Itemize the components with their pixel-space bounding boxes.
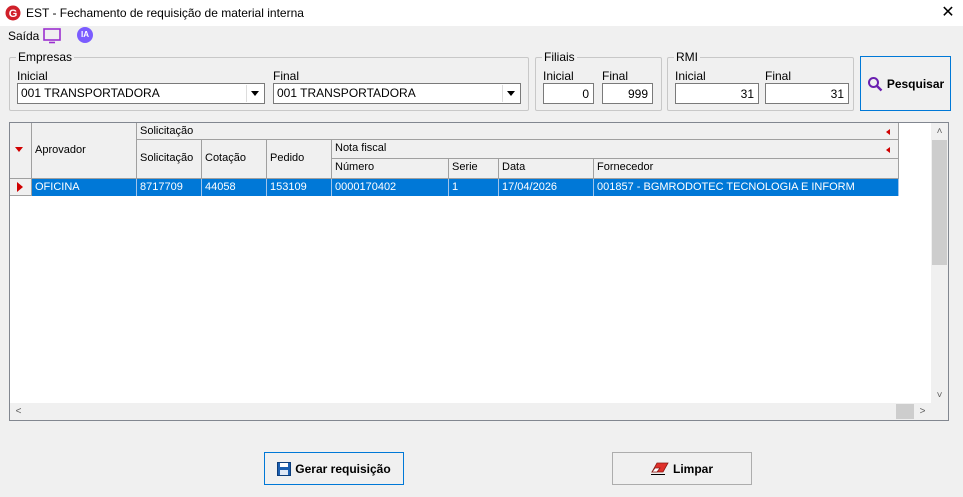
search-icon bbox=[867, 76, 883, 91]
rmi-final-label: Final bbox=[765, 69, 792, 83]
column-header-cotacao[interactable]: Cotação bbox=[202, 140, 267, 179]
sort-indicator-icon[interactable] bbox=[10, 123, 32, 179]
app-logo-icon: G bbox=[5, 5, 21, 21]
cell-aprovador[interactable]: OFICINA bbox=[32, 179, 137, 196]
filiais-final-label: Final bbox=[602, 69, 629, 83]
gerar-requisicao-label: Gerar requisição bbox=[295, 461, 391, 476]
limpar-label: Limpar bbox=[672, 461, 713, 476]
filiais-inicial-label: Inicial bbox=[543, 69, 574, 83]
rmi-legend: RMI bbox=[676, 50, 698, 64]
scrollbar-corner bbox=[931, 403, 948, 420]
monitor-icon[interactable] bbox=[43, 28, 61, 44]
cell-fornecedor[interactable]: 001857 - BGMRODOTEC TECNOLOGIA E INFORM bbox=[594, 179, 899, 196]
close-icon[interactable]: ✕ bbox=[938, 3, 958, 23]
cell-cotacao[interactable]: 44058 bbox=[202, 179, 267, 196]
empresas-inicial-label: Inicial bbox=[17, 69, 48, 83]
column-group-solicitacao[interactable]: Solicitação bbox=[137, 123, 899, 140]
window-title: EST - Fechamento de requisição de materi… bbox=[26, 6, 304, 20]
column-header-data[interactable]: Data bbox=[499, 159, 594, 179]
empresas-legend: Empresas bbox=[18, 50, 73, 64]
column-header-fornecedor[interactable]: Fornecedor bbox=[594, 159, 899, 179]
scroll-down-icon[interactable]: ˅ bbox=[931, 387, 948, 404]
vertical-scrollbar[interactable]: ˄ ˅ bbox=[931, 123, 948, 404]
title-bar: G EST - Fechamento de requisição de mate… bbox=[0, 0, 963, 26]
rmi-inicial-input[interactable]: 31 bbox=[675, 83, 759, 104]
empresas-inicial-value: 001 TRANSPORTADORA bbox=[21, 86, 160, 100]
vertical-scroll-thumb[interactable] bbox=[932, 140, 947, 265]
rmi-final-input[interactable]: 31 bbox=[765, 83, 849, 104]
gerar-requisicao-button[interactable]: Gerar requisição bbox=[264, 452, 404, 485]
cell-solicitacao[interactable]: 8717709 bbox=[137, 179, 202, 196]
cell-pedido[interactable]: 153109 bbox=[267, 179, 332, 196]
column-group-nota-fiscal[interactable]: Nota fiscal bbox=[332, 140, 899, 159]
grid-viewport: Aprovador Solicitação Solicitação Cotaçã… bbox=[10, 123, 931, 404]
horizontal-scroll-thumb[interactable] bbox=[896, 404, 914, 419]
column-header-aprovador[interactable]: Aprovador bbox=[32, 123, 137, 179]
ia-assistant-icon[interactable]: IA bbox=[77, 27, 93, 43]
empresas-final-value: 001 TRANSPORTADORA bbox=[277, 86, 416, 100]
collapse-solicitacao-icon[interactable] bbox=[886, 129, 890, 135]
results-grid[interactable]: Aprovador Solicitação Solicitação Cotaçã… bbox=[9, 122, 949, 421]
rmi-inicial-label: Inicial bbox=[675, 69, 706, 83]
empresas-inicial-select[interactable]: 001 TRANSPORTADORA bbox=[17, 83, 265, 104]
scroll-up-icon[interactable]: ˄ bbox=[931, 123, 948, 140]
column-header-numero[interactable]: Número bbox=[332, 159, 449, 179]
cell-serie[interactable]: 1 bbox=[449, 179, 499, 196]
scroll-left-icon[interactable]: < bbox=[10, 403, 27, 420]
empresas-final-select[interactable]: 001 TRANSPORTADORA bbox=[273, 83, 521, 104]
pesquisar-button[interactable]: Pesquisar bbox=[860, 56, 951, 111]
save-icon bbox=[277, 461, 292, 476]
column-header-solicitacao[interactable]: Solicitação bbox=[137, 140, 202, 179]
limpar-button[interactable]: Limpar bbox=[612, 452, 752, 485]
scroll-right-icon[interactable]: > bbox=[914, 403, 931, 420]
collapse-nota-fiscal-icon[interactable] bbox=[886, 147, 890, 153]
column-header-pedido[interactable]: Pedido bbox=[267, 140, 332, 179]
filiais-legend: Filiais bbox=[544, 50, 575, 64]
chevron-down-icon[interactable] bbox=[246, 85, 263, 102]
chevron-down-icon[interactable] bbox=[502, 85, 519, 102]
pesquisar-label: Pesquisar bbox=[886, 76, 945, 91]
column-header-serie[interactable]: Serie bbox=[449, 159, 499, 179]
eraser-icon bbox=[650, 462, 669, 475]
filiais-final-input[interactable]: 999 bbox=[602, 83, 653, 104]
menu-bar: Saída IA bbox=[0, 26, 963, 48]
empresas-final-label: Final bbox=[273, 69, 300, 83]
svg-text:G: G bbox=[9, 8, 18, 20]
cell-numero[interactable]: 0000170402 bbox=[332, 179, 449, 196]
menu-saida[interactable]: Saída bbox=[8, 29, 39, 43]
row-indicator-icon[interactable] bbox=[10, 179, 32, 196]
cell-data[interactable]: 17/04/2026 bbox=[499, 179, 594, 196]
horizontal-scrollbar[interactable]: < > bbox=[10, 403, 931, 420]
filiais-inicial-input[interactable]: 0 bbox=[543, 83, 594, 104]
